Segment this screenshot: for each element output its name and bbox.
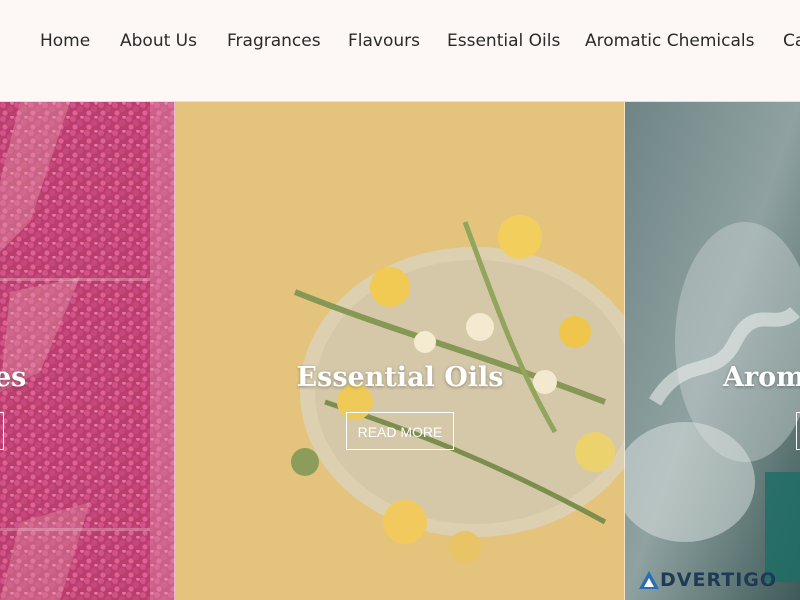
- nav-home[interactable]: Home: [40, 30, 90, 52]
- read-more-button-fragrances[interactable]: [0, 412, 4, 450]
- aromatic-chemicals-image: [625, 102, 800, 600]
- nav-essential-oils[interactable]: Essential Oils: [447, 30, 560, 52]
- slide-panel-fragrances[interactable]: es: [0, 102, 175, 600]
- nav-aromatic-chemicals[interactable]: Aromatic Chemicals: [585, 30, 755, 52]
- nav-about-us[interactable]: About Us: [120, 30, 197, 52]
- nav-fragrances[interactable]: Fragrances: [227, 30, 321, 52]
- slide-title-essential-oils: Essential Oils: [296, 362, 504, 393]
- read-more-button-aromatic-chemicals[interactable]: [796, 412, 800, 450]
- nav-item-truncated[interactable]: Ca: [783, 30, 800, 52]
- slide-panel-aromatic-chemicals[interactable]: Aroma: [625, 102, 800, 600]
- top-navigation: Home About Us Fragrances Flavours Essent…: [0, 0, 800, 102]
- advertigo-logo-icon: [639, 571, 659, 589]
- read-more-button-essential-oils[interactable]: READ MORE: [346, 412, 454, 450]
- slide-title-fragrances: es: [0, 362, 27, 393]
- advertigo-watermark: DVERTIGO: [638, 568, 777, 592]
- hero-slider: es Essential Oils READ MORE Arom: [0, 102, 800, 600]
- nav-flavours[interactable]: Flavours: [348, 30, 420, 52]
- panel-divider: [624, 102, 625, 600]
- panel-divider: [174, 102, 175, 600]
- advertigo-logo-text: DVERTIGO: [660, 569, 778, 591]
- flower-field-image: [0, 102, 175, 600]
- slide-title-aromatic-chemicals: Aroma: [723, 362, 800, 393]
- essential-oils-image: [175, 102, 625, 600]
- slide-panel-essential-oils[interactable]: Essential Oils READ MORE: [175, 102, 625, 600]
